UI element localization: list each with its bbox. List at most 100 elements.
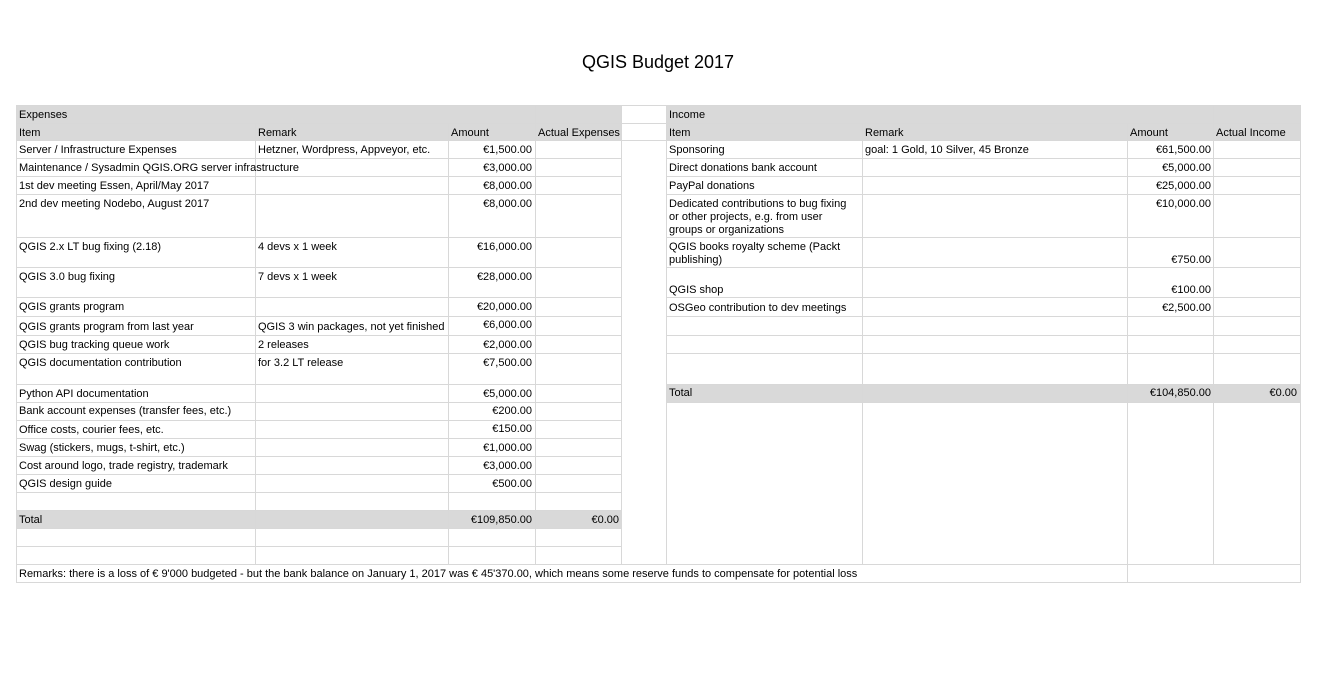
expense-amount: €7,500.00	[483, 357, 532, 369]
income-item: OSGeo contribution to dev meetings	[669, 302, 847, 314]
grid-line	[666, 297, 1300, 298]
income-col-item: Item	[669, 127, 691, 139]
income-item: Sponsoring	[669, 144, 725, 156]
grid-line	[16, 353, 621, 354]
grid-line	[666, 237, 1300, 238]
expense-remark: Hetzner, Wordpress, Appveyor, etc.	[258, 144, 431, 156]
income-item: QGIS shop	[669, 284, 724, 296]
expense-amount: €28,000.00	[476, 271, 532, 283]
income-item: Direct donations bank account	[669, 162, 817, 174]
expense-amount: €8,000.00	[483, 198, 532, 210]
expense-item: QGIS design guide	[19, 478, 112, 490]
income-amount: €100.00	[1171, 284, 1211, 296]
grid-line	[16, 194, 621, 195]
expense-amount: €500.00	[492, 478, 532, 490]
grid-line	[666, 194, 1300, 195]
expense-remark: 7 devs x 1 week	[258, 271, 337, 283]
grid-line	[862, 123, 863, 564]
grid-line	[666, 335, 1300, 336]
grid-line	[16, 402, 621, 403]
remarks-note: Remarks: there is a loss of € 9'000 budg…	[19, 568, 858, 580]
grid-line	[666, 176, 1300, 177]
grid-line	[16, 105, 1301, 106]
income-item: PayPal donations	[669, 180, 755, 192]
expenses-col-item: Item	[19, 127, 41, 139]
expense-item: QGIS 2.x LT bug fixing (2.18)	[19, 241, 162, 253]
income-amount: €750.00	[1171, 254, 1211, 266]
expense-remark: for 3.2 LT release	[258, 357, 344, 369]
expense-item: QGIS bug tracking queue work	[19, 339, 170, 351]
grid-line	[1300, 105, 1301, 582]
income-col-actual: Actual Income	[1216, 127, 1286, 139]
expense-amount: €20,000.00	[476, 301, 532, 313]
grid-line	[16, 123, 1301, 124]
expense-item: QGIS documentation contribution	[19, 357, 182, 369]
grid-line	[16, 438, 621, 439]
expense-amount: €1,000.00	[483, 442, 532, 454]
expenses-total-label: Total	[19, 514, 43, 526]
grid-line	[16, 316, 621, 317]
expense-item: Server / Infrastructure Expenses	[19, 144, 177, 156]
income-total-actual: €0.00	[1269, 387, 1297, 399]
grid-line	[16, 297, 621, 298]
grid-line	[16, 582, 1301, 583]
grid-line	[16, 474, 621, 475]
income-amount: €5,000.00	[1162, 162, 1211, 174]
budget-sheet: Expenses Item Remark Amount Actual Expen…	[0, 0, 1326, 697]
expense-amount: €200.00	[492, 405, 532, 417]
expense-item: QGIS 3.0 bug fixing	[19, 271, 115, 283]
expense-remark: 2 releases	[258, 339, 309, 351]
expenses-col-amount: Amount	[451, 127, 489, 139]
grid-line	[16, 492, 621, 493]
expense-item: Cost around logo, trade registry, tradem…	[19, 460, 228, 472]
expense-item: 2nd dev meeting Nodebo, August 2017	[19, 198, 210, 210]
expense-item: Maintenance / Sysadmin QGIS.ORG server i…	[19, 162, 299, 174]
grid-line	[666, 267, 1300, 268]
income-section-label: Income	[669, 109, 706, 121]
grid-line	[16, 384, 621, 385]
expense-item: Office costs, courier fees, etc.	[19, 424, 164, 436]
expenses-col-remark: Remark	[258, 127, 297, 139]
income-col-remark: Remark	[865, 127, 904, 139]
grid-line	[16, 267, 621, 268]
grid-line	[16, 140, 1301, 141]
expense-amount: €150.00	[492, 423, 532, 435]
income-amount: €61,500.00	[1155, 144, 1211, 156]
expense-amount: €8,000.00	[483, 180, 532, 192]
expenses-total-amount: €109,850.00	[470, 514, 532, 526]
expense-item: QGIS grants program	[19, 301, 125, 313]
income-amount: €25,000.00	[1155, 180, 1211, 192]
expense-amount: €3,000.00	[483, 460, 532, 472]
expense-amount: €3,000.00	[483, 162, 532, 174]
grid-line	[16, 176, 621, 177]
grid-line	[666, 353, 1300, 354]
grid-line	[16, 456, 621, 457]
income-remark: goal: 1 Gold, 10 Silver, 45 Bronze	[865, 144, 1029, 156]
grid-line	[16, 420, 621, 421]
income-amount: €2,500.00	[1162, 302, 1211, 314]
income-col-amount: Amount	[1130, 127, 1168, 139]
expenses-total-actual: €0.00	[591, 514, 619, 526]
grid-line	[621, 105, 622, 564]
expense-item: Python API documentation	[19, 388, 149, 400]
grid-line	[666, 316, 1300, 317]
expenses-section-label: Expenses	[19, 109, 68, 121]
expense-item: 1st dev meeting Essen, April/May 2017	[19, 180, 210, 192]
income-item: QGIS books royalty scheme (Packt publish…	[669, 241, 841, 266]
income-amount: €10,000.00	[1155, 198, 1211, 210]
expense-item: Bank account expenses (transfer fees, et…	[19, 405, 232, 417]
income-total-amount: €104,850.00	[1149, 387, 1211, 399]
expense-remark: 4 devs x 1 week	[258, 241, 337, 253]
grid-line	[255, 123, 256, 564]
income-total-label: Total	[669, 387, 693, 399]
grid-line	[666, 384, 1300, 385]
expense-item: QGIS grants program from last year	[19, 321, 194, 333]
income-item: Dedicated contributions to bug fixing or…	[669, 198, 847, 236]
expense-remark: QGIS 3 win packages, not yet finished	[258, 321, 445, 333]
grid-line	[16, 158, 621, 159]
grid-line	[16, 510, 621, 511]
expense-amount: €6,000.00	[483, 319, 532, 331]
expense-amount: €5,000.00	[483, 388, 532, 400]
grid-line	[666, 402, 1300, 403]
expense-amount: €1,500.00	[483, 144, 532, 156]
